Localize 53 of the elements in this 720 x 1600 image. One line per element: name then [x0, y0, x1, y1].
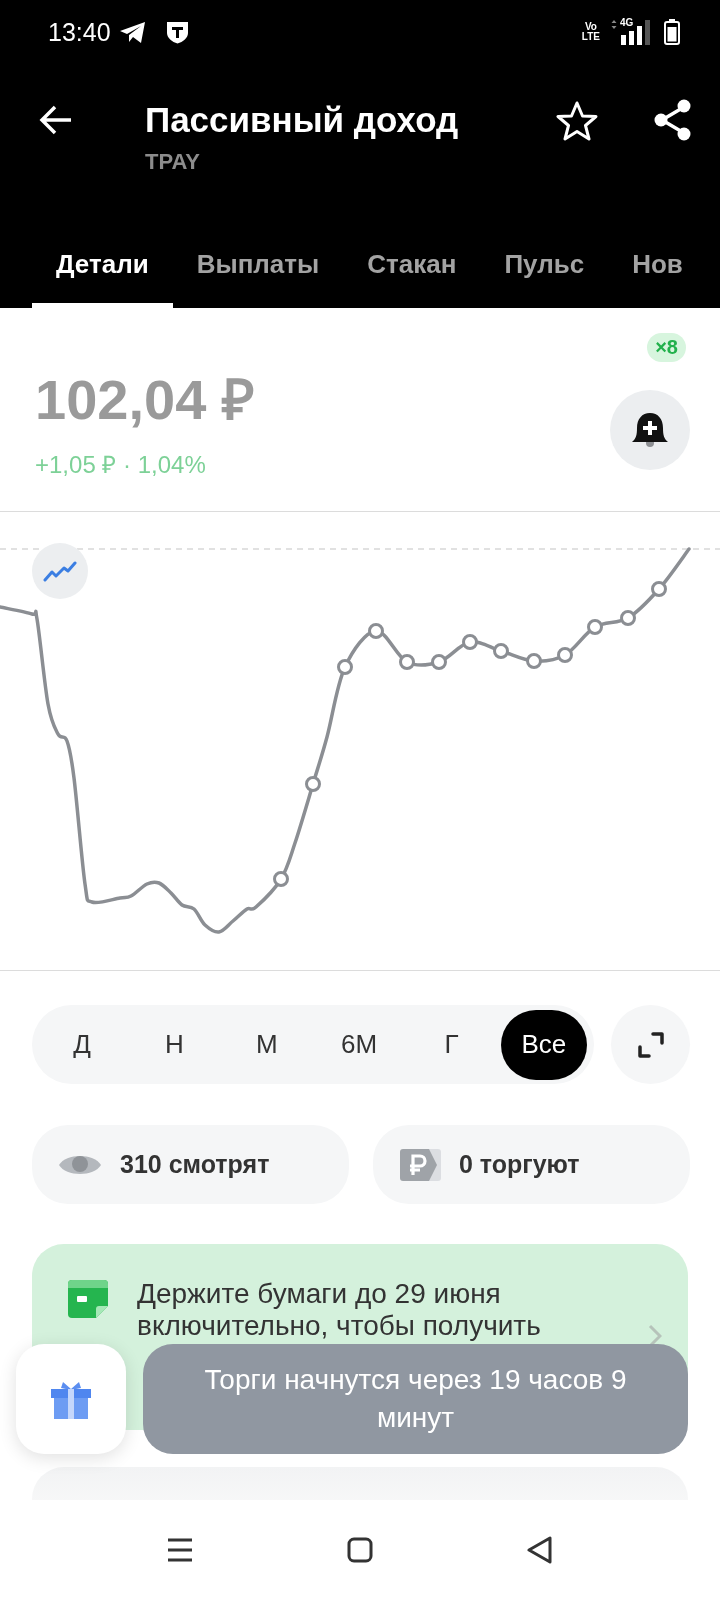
chart-type-button[interactable]: [32, 543, 88, 599]
trend-line-icon: [43, 560, 77, 582]
paper-plane-icon: [118, 20, 147, 44]
period-button[interactable]: Все: [500, 1009, 587, 1080]
period-button[interactable]: М: [223, 1009, 310, 1080]
period-button[interactable]: 6М: [316, 1009, 403, 1080]
shield-icon: [165, 20, 189, 44]
chart-point: [462, 634, 478, 650]
battery-icon: [664, 19, 680, 45]
stat-label: 0 торгуют: [459, 1150, 580, 1179]
bell-plus-icon: [630, 410, 670, 450]
status-time: 13:40: [48, 17, 111, 47]
back-icon[interactable]: [526, 1536, 554, 1564]
back-arrow-icon[interactable]: [39, 104, 73, 136]
chart-point: [620, 610, 636, 626]
note-icon: [68, 1280, 108, 1318]
tab[interactable]: Пульс: [480, 228, 609, 308]
home-icon[interactable]: [346, 1536, 374, 1564]
chart-point: [273, 871, 289, 887]
menu-icon[interactable]: [166, 1536, 194, 1564]
stat-label: 310 смотрят: [120, 1150, 270, 1179]
chart-point: [557, 647, 573, 663]
expand-icon: [636, 1030, 665, 1059]
chart-point: [587, 619, 603, 635]
price: 102,04 ₽: [35, 368, 255, 432]
network-type: 4G: [620, 17, 634, 28]
chart-point: [431, 654, 447, 670]
chart-point: [305, 776, 321, 792]
share-icon[interactable]: [654, 99, 692, 141]
ticker-label: TPAY: [145, 148, 202, 176]
period-button[interactable]: Д: [39, 1009, 126, 1080]
volte-label: LTE: [581, 32, 600, 42]
page-title: Пассивный доход: [145, 99, 459, 141]
chart-point: [368, 623, 384, 639]
tab[interactable]: Стакан: [343, 228, 481, 308]
chart-point: [493, 643, 509, 659]
tab[interactable]: Нов: [608, 228, 707, 308]
tab[interactable]: Детали: [32, 228, 173, 308]
chart-point: [651, 581, 667, 597]
gift-button[interactable]: [16, 1344, 126, 1454]
chart-point: [526, 653, 542, 669]
chart-point: [399, 654, 415, 670]
star-icon[interactable]: [556, 101, 598, 141]
toast-message: Торги начнутся через 19 часов 9 минут: [143, 1344, 688, 1454]
price-change: +1,05 ₽ · 1,04%: [35, 450, 206, 480]
period-button[interactable]: Г: [408, 1009, 495, 1080]
volte-label: Vo: [584, 22, 597, 32]
notice-text: Держите бумаги до 29 июня включительно, чтобы получить: [137, 1278, 542, 1342]
ruble-card-icon: [399, 1147, 441, 1182]
tab[interactable]: Выплаты: [172, 228, 344, 308]
period-button[interactable]: Н: [131, 1009, 218, 1080]
chart-point: [337, 659, 353, 675]
multiplier-badge: ×8: [647, 333, 686, 362]
